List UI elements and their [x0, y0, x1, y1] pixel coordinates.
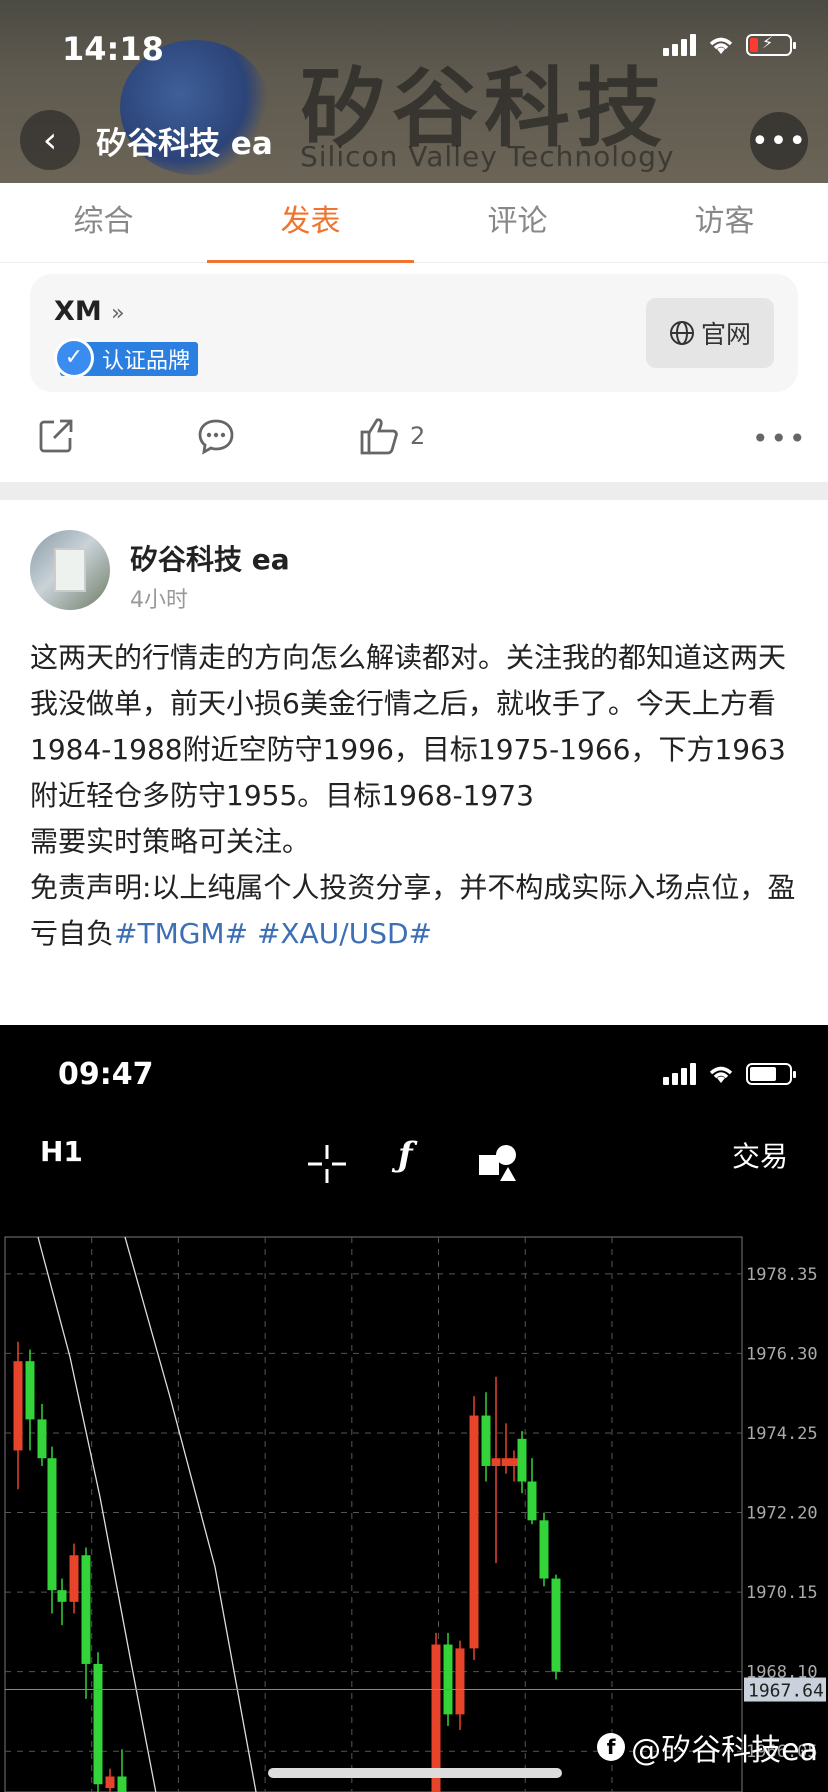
like-button[interactable]: 2	[358, 416, 425, 456]
tab-overview[interactable]: 综合	[0, 183, 207, 262]
post-paragraph: 需要实时策略可关注。	[30, 825, 311, 858]
brand-card[interactable]: XM » ✓ 认证品牌 官网	[30, 274, 798, 392]
wifi-icon	[709, 1066, 733, 1083]
moving-average-line	[124, 1236, 257, 1792]
profile-banner: 矽谷科技 Silicon Valley Technology 14:18 ⚡ ‹…	[0, 0, 828, 183]
candle-body	[501, 1458, 511, 1466]
share-button[interactable]	[36, 416, 76, 456]
certificate-image	[54, 548, 86, 592]
more-horizontal-icon: •••	[750, 123, 808, 159]
tab-posts[interactable]: 发表	[207, 183, 414, 263]
current-price-label: 1967.64	[748, 1681, 824, 1702]
candle-body	[57, 1590, 67, 1602]
post-more-button[interactable]: •••	[752, 422, 808, 455]
comment-icon	[198, 419, 234, 455]
post-content: 这两天的行情走的方向怎么解读都对。关注我的都知道这两天我没做单，前天小损6美金行…	[30, 635, 800, 957]
candle-body	[117, 1776, 127, 1792]
crosshair-icon	[308, 1145, 346, 1183]
candle-body	[69, 1555, 79, 1602]
candle-body	[47, 1458, 57, 1591]
page-title: 矽谷科技 ea	[96, 126, 273, 162]
chevron-left-icon: ‹	[42, 119, 58, 161]
post-image[interactable]: 09:47 H1 ƒ 交易 1978.35 1976.30 1974.25 1972.…	[0, 1025, 828, 1792]
signal-icon	[663, 1063, 696, 1085]
image-status-time: 09:47	[58, 1057, 154, 1092]
globe-icon	[669, 321, 694, 345]
watermark: f @矽谷科技ea	[597, 1725, 818, 1769]
home-indicator	[268, 1768, 562, 1778]
candle-body	[443, 1644, 453, 1715]
y-tick-label: 1972.20	[746, 1504, 818, 1524]
candle-body	[455, 1648, 465, 1715]
trade-label: 交易	[731, 1140, 788, 1173]
candle-body	[539, 1520, 549, 1579]
candle-body	[527, 1481, 537, 1521]
hashtag-link[interactable]: #TMGM#	[114, 917, 248, 950]
candle-body	[509, 1458, 519, 1466]
section-divider	[0, 482, 828, 500]
like-count: 2	[410, 422, 426, 450]
profile-tabs: 综合 发表 评论 访客	[0, 183, 828, 263]
status-bar: 14:18 ⚡	[0, 0, 828, 96]
candle-body	[469, 1415, 479, 1649]
post-paragraph: 免责声明:以上纯属个人投资分享，并不构成实际入场点位，盈亏自负#TMGM# #X…	[30, 871, 796, 950]
post-paragraph: 这两天的行情走的方向怎么解读都对。关注我的都知道这两天我没做单，前天小损6美金行…	[30, 641, 787, 812]
candle-body	[481, 1415, 491, 1466]
y-tick-label: 1970.15	[746, 1583, 818, 1603]
back-button[interactable]: ‹	[20, 110, 80, 170]
more-button[interactable]: •••	[750, 112, 808, 170]
candle-body	[13, 1361, 23, 1451]
y-tick-label: 1976.30	[746, 1344, 818, 1364]
function-icon: ƒ	[398, 1135, 413, 1175]
candle-body	[93, 1663, 103, 1785]
y-tick-label: 1974.25	[746, 1424, 818, 1444]
weibo-logo-icon: f	[597, 1733, 626, 1761]
post-time: 4小时	[130, 588, 188, 613]
shapes-icon	[479, 1145, 516, 1181]
candle-body	[37, 1419, 47, 1459]
comment-button[interactable]	[196, 416, 236, 456]
thumbs-up-icon	[360, 418, 398, 455]
candle-body	[517, 1438, 527, 1482]
candle-body	[81, 1555, 91, 1664]
y-tick-label: 1978.35	[746, 1265, 818, 1285]
plot-frame	[4, 1236, 743, 1792]
post-author[interactable]: 矽谷科技 ea	[130, 538, 290, 578]
battery-icon: ⚡	[746, 33, 796, 56]
tab-visitors[interactable]: 访客	[621, 183, 828, 262]
signal-icon	[663, 34, 696, 56]
brand-name[interactable]: XM »	[54, 296, 125, 327]
hashtag-link[interactable]: #XAU/USD#	[257, 917, 432, 950]
candle-body	[551, 1578, 561, 1672]
candlestick-chart: 1978.351976.301974.251972.201970.151968.…	[4, 1236, 826, 1792]
battery-icon	[746, 1063, 796, 1085]
tab-comments[interactable]: 评论	[414, 183, 621, 262]
status-time: 14:18	[62, 30, 164, 68]
candle-body	[491, 1458, 501, 1466]
more-horizontal-icon: •••	[752, 422, 808, 455]
verified-check-icon: ✓	[54, 338, 94, 378]
candle-body	[25, 1361, 35, 1420]
avatar[interactable]	[30, 530, 110, 610]
verified-brand-badge: ✓ 认证品牌	[54, 338, 199, 378]
official-site-button[interactable]: 官网	[646, 298, 774, 368]
wifi-icon	[709, 37, 733, 54]
chevron-double-right-icon: »	[111, 301, 125, 326]
timeframe-label: H1	[40, 1135, 83, 1168]
action-bar: 2 •••	[0, 402, 828, 472]
candle-body	[105, 1776, 115, 1789]
share-icon	[39, 419, 73, 453]
